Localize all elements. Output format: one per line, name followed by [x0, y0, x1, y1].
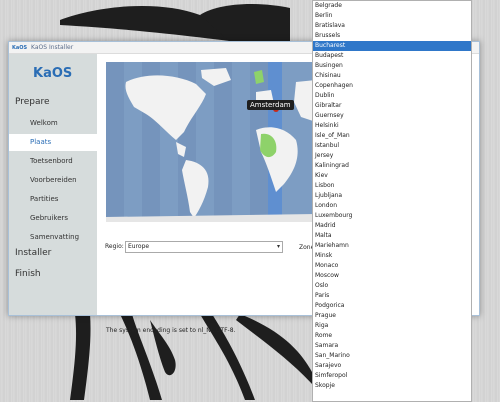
zone-option[interactable]: Helsinki [313, 121, 471, 131]
zone-option[interactable]: Chisinau [313, 71, 471, 81]
zone-option[interactable]: Jersey [313, 151, 471, 161]
zone-option[interactable]: Sarajevo [313, 361, 471, 371]
kaos-app-icon: KaOS [12, 45, 28, 51]
region-select[interactable]: Europe ▾ [125, 241, 283, 253]
sidebar-item-toetsenbord[interactable]: Toetsenbord [9, 153, 97, 170]
zone-option[interactable]: London [313, 201, 471, 211]
zone-option[interactable]: Dublin [313, 91, 471, 101]
zone-option[interactable]: Belgrade [313, 1, 471, 11]
timezone-map[interactable] [106, 62, 316, 222]
zone-option[interactable]: Luxembourg [313, 211, 471, 221]
zone-option[interactable]: Ljubljana [313, 191, 471, 201]
zone-option[interactable]: Samara [313, 341, 471, 351]
sidebar-item-label: Voorbereiden [30, 176, 77, 184]
sidebar-item-partities[interactable]: Partities [9, 191, 97, 208]
zone-option[interactable]: Kaliningrad [313, 161, 471, 171]
zone-option[interactable]: Guernsey [313, 111, 471, 121]
sidebar-item-label: Welkom [30, 119, 58, 127]
zone-option[interactable]: Moscow [313, 271, 471, 281]
chevron-down-icon: ▾ [276, 243, 280, 250]
zone-option[interactable]: Rome [313, 331, 471, 341]
zone-option[interactable]: Berlin [313, 11, 471, 21]
zone-option[interactable]: Riga [313, 321, 471, 331]
sidebar-item-samenvatting[interactable]: Samenvatting [9, 229, 97, 246]
zone-option[interactable]: Paris [313, 291, 471, 301]
sidebar-item-voorbereiden[interactable]: Voorbereiden [9, 172, 97, 189]
sidebar-item-label: Samenvatting [30, 233, 80, 241]
zone-option[interactable]: Bratislava [313, 21, 471, 31]
zone-option[interactable]: San_Marino [313, 351, 471, 361]
zone-dropdown-list[interactable]: Belgrade Berlin Bratislava Brussels Buchares… [312, 0, 472, 402]
sidebar-item-label: Partities [30, 195, 59, 203]
sidebar-item-gebruikers[interactable]: Gebruikers [9, 210, 97, 227]
sidebar-item-plaats[interactable]: Plaats [9, 134, 97, 151]
region-select-value: Europe [128, 243, 150, 250]
zone-option[interactable]: Busingen [313, 61, 471, 71]
region-label: Regio: [105, 243, 124, 250]
sidebar-item-label: Toetsenbord [30, 157, 73, 165]
zone-option[interactable]: Malta [313, 231, 471, 241]
zone-option[interactable]: Gibraltar [313, 101, 471, 111]
nav-group-prepare: Prepare [15, 97, 50, 107]
city-tooltip: Amsterdam [247, 100, 294, 110]
zone-option[interactable]: Isle_of_Man [313, 131, 471, 141]
sidebar-item-welkom[interactable]: Welkom [9, 115, 97, 132]
zone-option[interactable]: Minsk [313, 251, 471, 261]
zone-option[interactable]: Copenhagen [313, 81, 471, 91]
encoding-status-text: The system encoding is set to nl_NL.UTF-… [106, 327, 236, 334]
zone-option[interactable]: Kiev [313, 171, 471, 181]
zone-option[interactable]: Bucharest [313, 41, 471, 51]
nav-group-install: Installer [15, 248, 52, 258]
kaos-logo: KaOS [33, 66, 73, 81]
zone-option[interactable]: Monaco [313, 261, 471, 271]
zone-option[interactable]: Lisbon [313, 181, 471, 191]
zone-option[interactable]: Podgorica [313, 301, 471, 311]
zone-option[interactable]: Simferopol [313, 371, 471, 381]
nav-group-finish: Finish [15, 269, 41, 279]
zone-option[interactable]: Prague [313, 311, 471, 321]
world-map-graphic [106, 62, 316, 222]
zone-option[interactable]: Istanbul [313, 141, 471, 151]
sidebar: KaOS Prepare Welkom Plaats Toetsenbord V… [9, 54, 97, 315]
zone-option[interactable]: Budapest [313, 51, 471, 61]
sidebar-item-label: Plaats [30, 138, 52, 146]
zone-option[interactable]: Mariehamn [313, 241, 471, 251]
zone-option[interactable]: Brussels [313, 31, 471, 41]
zone-option[interactable]: Oslo [313, 281, 471, 291]
zone-option[interactable]: Skopje [313, 381, 471, 391]
zone-option[interactable]: Madrid [313, 221, 471, 231]
window-title: KaOS Installer [31, 44, 74, 51]
sidebar-item-label: Gebruikers [30, 214, 69, 222]
